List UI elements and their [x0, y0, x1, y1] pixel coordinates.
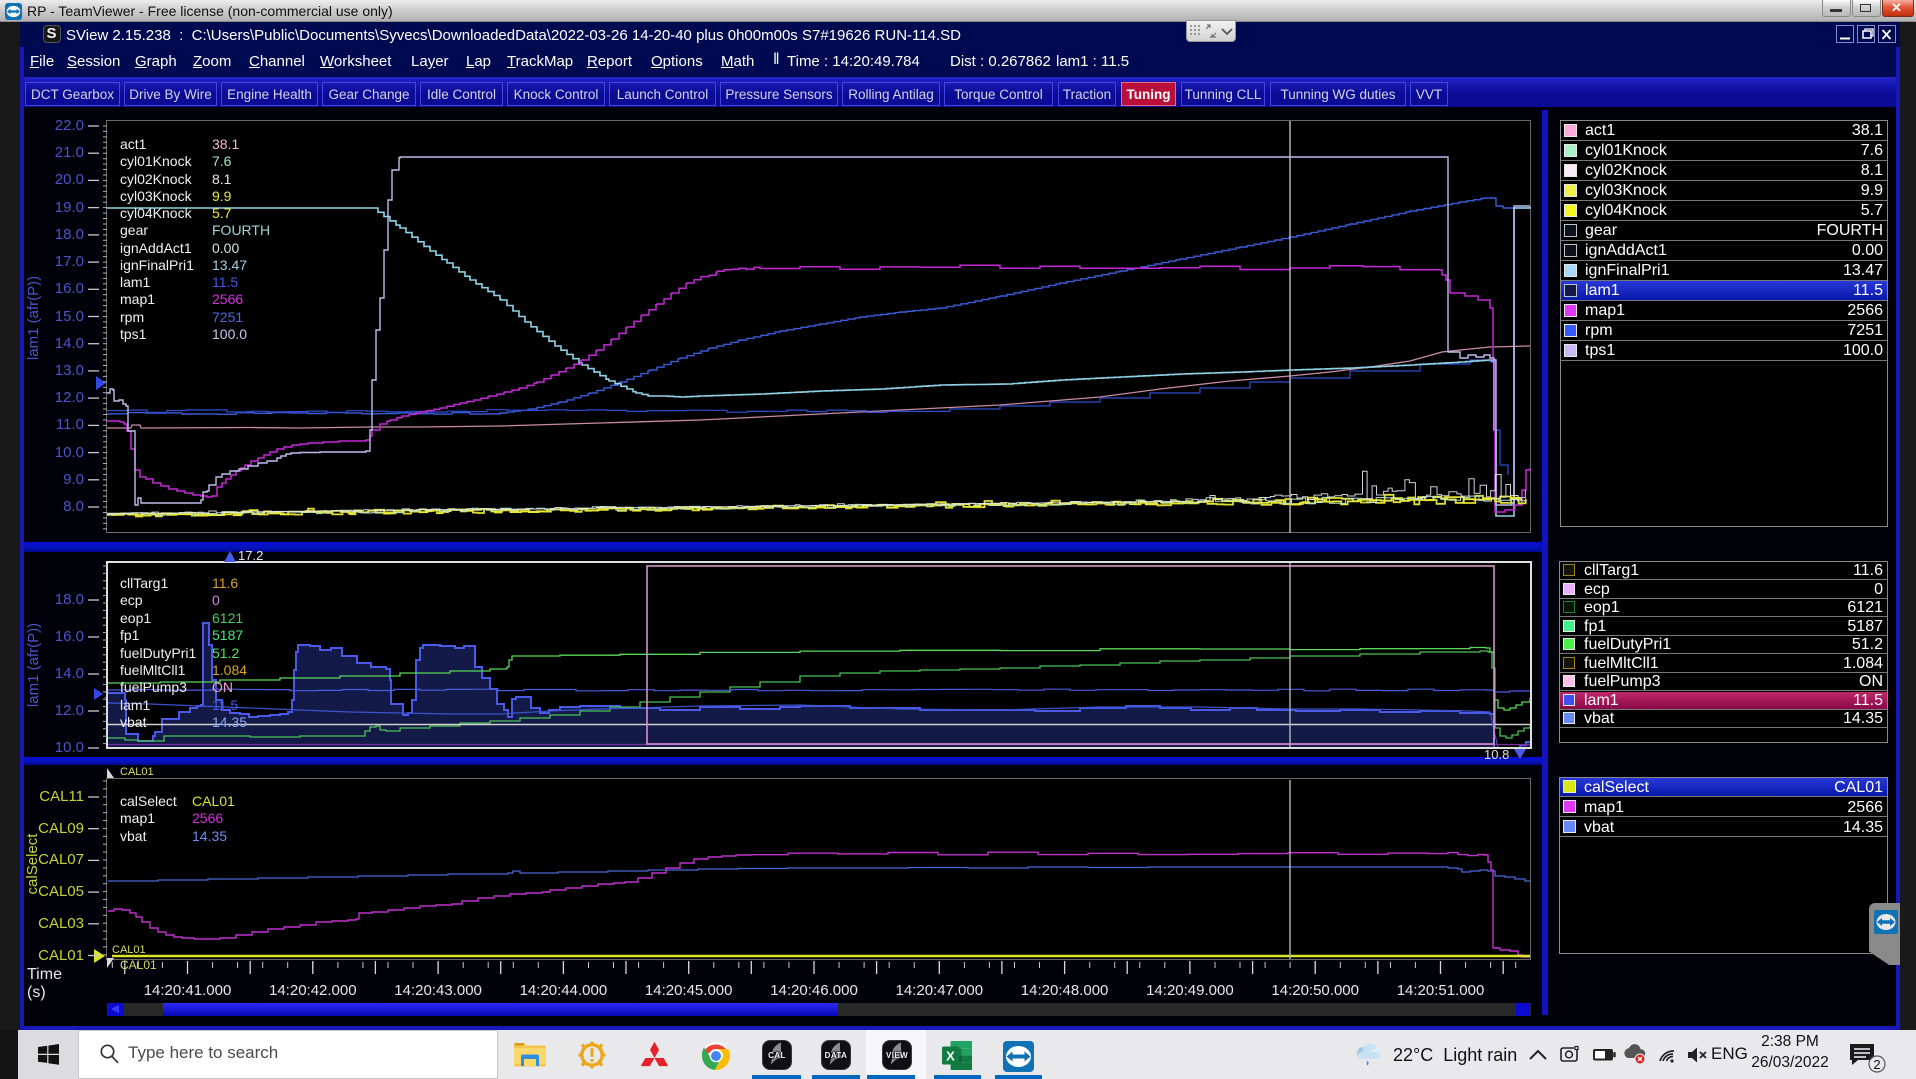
- svg-text:2: 2: [1873, 1057, 1880, 1072]
- svg-text:X: X: [946, 1049, 955, 1064]
